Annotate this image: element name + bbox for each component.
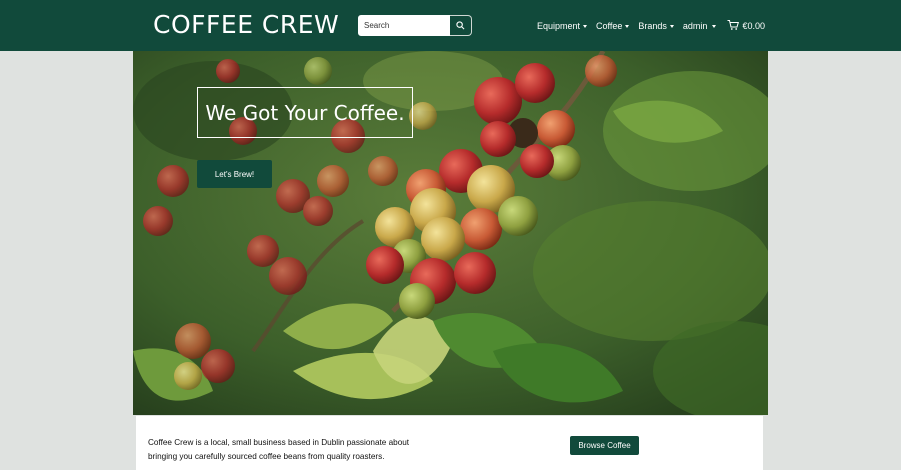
nav-links: Equipment Coffee Brands admin €0.00 <box>537 19 765 33</box>
caret-down-icon <box>583 24 588 28</box>
caret-down-icon <box>669 24 674 28</box>
search-button[interactable] <box>450 15 472 36</box>
nav-item-admin[interactable]: admin <box>683 21 717 31</box>
cart-link[interactable]: €0.00 <box>727 19 765 33</box>
nav-item-label: Equipment <box>537 21 581 31</box>
nav-item-label: Coffee <box>596 21 623 31</box>
search-input[interactable] <box>358 15 450 36</box>
caret-down-icon <box>712 24 717 28</box>
cart-icon <box>727 19 742 33</box>
nav-item-label: Brands <box>638 21 667 31</box>
hero-headline: We Got Your Coffee. <box>197 87 413 138</box>
search-icon <box>456 18 465 33</box>
browse-coffee-button[interactable]: Browse Coffee <box>570 436 639 455</box>
navbar: COFFEE CREW Equipment Coffee Brands admi… <box>0 0 901 51</box>
search-form <box>358 15 472 36</box>
about-section: Coffee Crew is a local, small business b… <box>136 416 763 470</box>
about-text: Coffee Crew is a local, small business b… <box>148 438 410 461</box>
nav-item-equipment[interactable]: Equipment <box>537 21 588 31</box>
brand-logo[interactable]: COFFEE CREW <box>153 10 339 39</box>
nav-item-label: admin <box>682 21 708 31</box>
cart-total: €0.00 <box>742 21 765 31</box>
lets-brew-button[interactable]: Let's Brew! <box>197 160 272 188</box>
caret-down-icon <box>625 24 630 28</box>
nav-item-brands[interactable]: Brands <box>638 21 674 31</box>
nav-item-coffee[interactable]: Coffee <box>596 21 630 31</box>
